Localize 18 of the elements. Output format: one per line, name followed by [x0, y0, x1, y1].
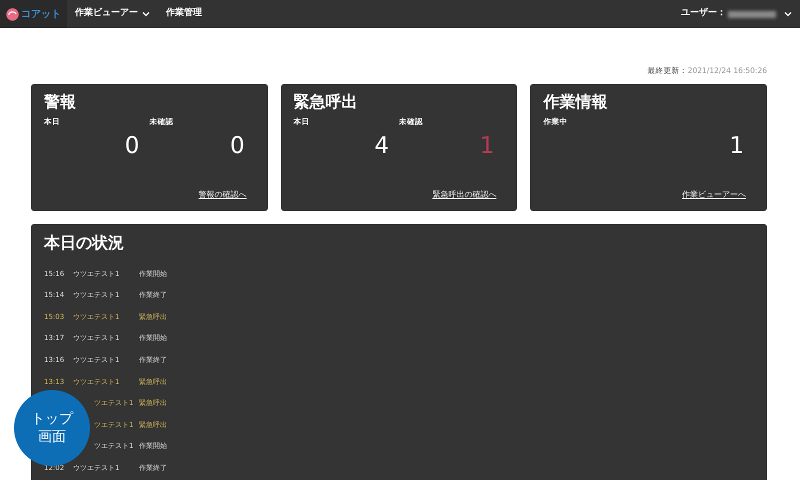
card-link[interactable]: 緊急呼出の確認へ [432, 189, 496, 201]
user-menu-chevron-icon [784, 11, 792, 17]
stat-value: 1 [729, 133, 744, 160]
redacted-user-name [728, 10, 776, 18]
card-title: 作業情報 [543, 92, 608, 112]
panel-title: 本日の状況 [44, 233, 125, 253]
stat-value: 4 [374, 133, 390, 160]
nav-menu-item[interactable]: 作業管理 [158, 7, 210, 21]
card-link[interactable]: 作業ビューアーへ [682, 189, 746, 201]
logo-icon [6, 8, 19, 20]
stat-value: 0 [124, 133, 140, 160]
card-title: 緊急呼出 [294, 92, 359, 112]
nav-menu-item[interactable]: 作業ビューアー [67, 7, 158, 21]
card-title: 警報 [44, 92, 77, 112]
user-label: ユーザー： [681, 7, 726, 20]
card-link[interactable]: 警報の確認へ [198, 189, 247, 201]
stat-value: 1 [480, 133, 494, 160]
stat-value: 0 [230, 133, 245, 160]
